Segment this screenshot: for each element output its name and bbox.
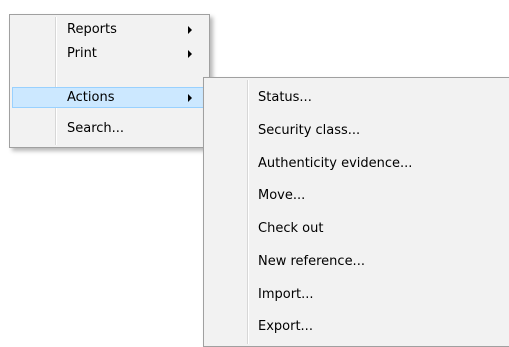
chevron-right-icon: [188, 94, 192, 102]
submenu-item-label: Move...: [258, 188, 306, 203]
submenu-item-label: Security class...: [258, 123, 361, 138]
submenu-item-authenticity-evidence[interactable]: Authenticity evidence...: [206, 150, 509, 178]
menu-item-label: Search...: [67, 121, 125, 136]
menu-item-actions[interactable]: Actions: [12, 87, 207, 108]
menu-item-search[interactable]: Search...: [12, 118, 207, 139]
submenu-item-new-reference[interactable]: New reference...: [206, 248, 509, 276]
submenu-item-label: Export...: [258, 319, 313, 334]
submenu-item-label: New reference...: [258, 254, 365, 269]
submenu-item-import[interactable]: Import...: [206, 281, 509, 309]
submenu-item-status[interactable]: Status...: [206, 84, 509, 112]
submenu-item-label: Status...: [258, 90, 312, 105]
chevron-right-icon: [188, 26, 192, 34]
menu-item-reports[interactable]: Reports: [12, 19, 207, 40]
menu-item-label: Actions: [67, 90, 115, 105]
menu-item-label: Reports: [67, 22, 117, 37]
context-menu: Reports Print Actions Search...: [9, 14, 210, 148]
menu-item-label: Print: [67, 46, 97, 61]
submenu-item-move[interactable]: Move...: [206, 182, 509, 210]
submenu-item-label: Import...: [258, 287, 314, 302]
submenu-item-label: Authenticity evidence...: [258, 156, 413, 171]
submenu-item-label: Check out: [258, 221, 324, 236]
submenu-item-check-out[interactable]: Check out: [206, 215, 509, 243]
submenu-item-security-class[interactable]: Security class...: [206, 117, 509, 145]
submenu-item-export[interactable]: Export...: [206, 313, 509, 341]
actions-submenu: Status... Security class... Authenticity…: [203, 77, 509, 347]
menu-item-print[interactable]: Print: [12, 43, 207, 64]
chevron-right-icon: [188, 50, 192, 58]
